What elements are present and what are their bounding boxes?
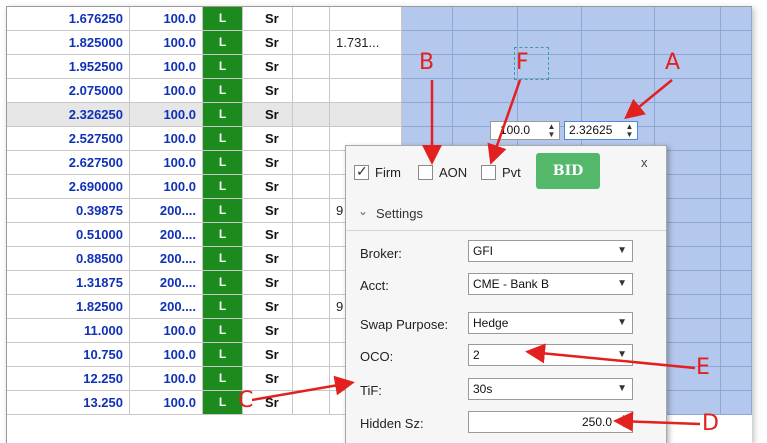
trading-window: 1.676250 100.0 L Sr 1.825000 100.0 L Sr 1.731...… <box>0 0 767 443</box>
annotation-b: B <box>419 50 435 75</box>
annotation-a: A <box>665 50 681 75</box>
arrow-a <box>624 79 673 120</box>
annotation-c: C <box>238 388 254 413</box>
arrow-e <box>525 343 696 370</box>
annotation-d: D <box>702 411 719 436</box>
arrow-f <box>487 79 522 165</box>
arrow-d <box>613 411 701 432</box>
arrow-c <box>251 375 355 402</box>
annotation-e: E <box>696 355 710 380</box>
annotation-f: F <box>516 50 529 75</box>
annotation-arrows <box>251 79 701 432</box>
